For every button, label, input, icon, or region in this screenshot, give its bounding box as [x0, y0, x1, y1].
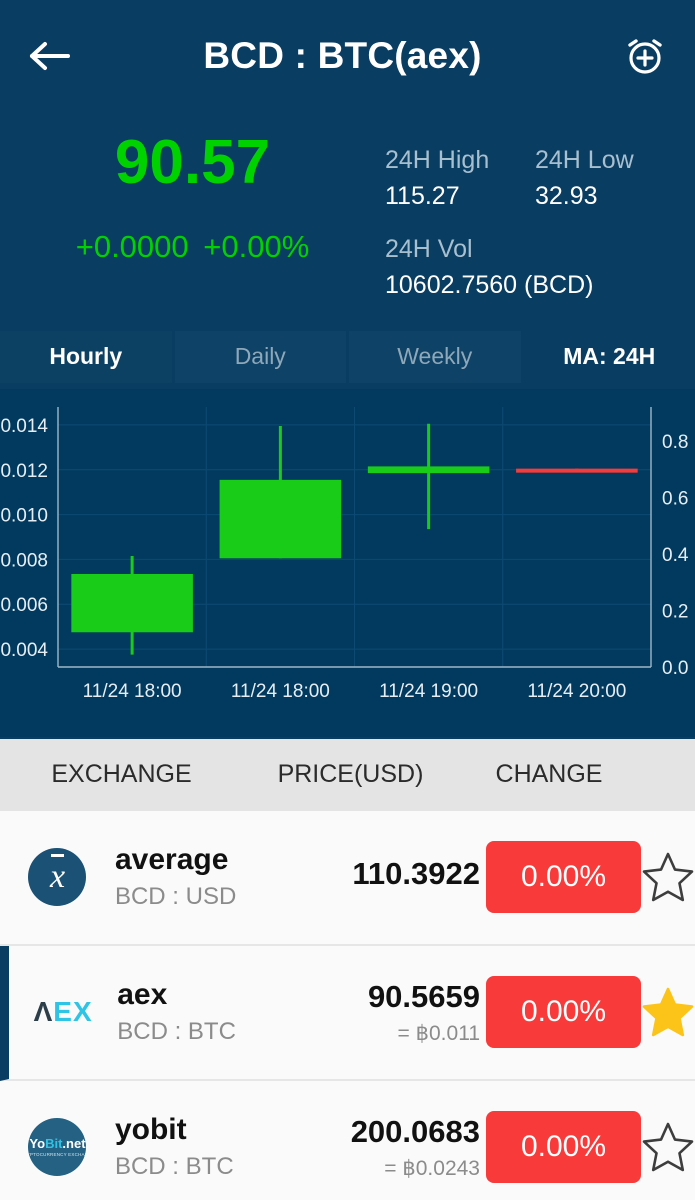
tab-moving-average[interactable]: MA: 24H: [523, 330, 695, 383]
exchange-name: average: [114, 843, 229, 877]
exchange-name-block: aex BCD : BTC: [117, 978, 318, 1046]
stat-high-label: 24H High: [385, 146, 490, 174]
svg-text:0.6: 0.6: [662, 488, 688, 509]
stat-volume-value: 10602.7560 (BCD): [385, 271, 594, 299]
exchange-name: aex: [117, 978, 168, 1012]
svg-text:0.008: 0.008: [0, 550, 48, 571]
stat-high: 24H High 115.27: [385, 144, 535, 215]
exchange-logo: x: [0, 848, 115, 906]
yobit-logo: YoBit.net CRYPTOCURRENCY EXCHANGE: [28, 1118, 87, 1176]
chart-svg: 0.004 0.006 0.008 0.010 0.012 0.014 0.0 0.2 0.4 0…: [0, 388, 695, 737]
status-badge[interactable]: 0.00%: [486, 1111, 641, 1183]
svg-text:0.014: 0.014: [0, 415, 48, 436]
exchange-price-block: 200.0683 = ฿0.0243: [321, 1114, 486, 1181]
price-change-row: +0.0000 +0.00%: [0, 229, 385, 265]
exchange-price-block: 110.3922: [321, 856, 486, 898]
star-outline-icon: [642, 1122, 694, 1172]
exchange-change-cell: 0.00%: [486, 1111, 641, 1183]
average-xbar-icon: x: [28, 848, 87, 906]
table-row[interactable]: x average BCD : USD 110.3922 0.00%: [0, 810, 695, 946]
favorite-toggle[interactable]: [641, 985, 695, 1039]
exchange-price: 90.5659: [367, 978, 480, 1014]
svg-text:11/24 19:00: 11/24 19:00: [379, 681, 478, 702]
xbar-glyph: x: [49, 854, 66, 895]
star-filled-icon: [642, 987, 694, 1037]
exchange-pair: BCD : USD: [114, 882, 237, 910]
exchange-price: 110.3922: [352, 856, 480, 891]
svg-text:0.010: 0.010: [0, 505, 48, 526]
exchange-change-cell: 0.00%: [486, 976, 641, 1048]
chart-canvas: 0.004 0.006 0.008 0.010 0.012 0.014 0.0 0.2 0.4 0…: [0, 388, 695, 737]
stats-block: 24H High 115.27 24H Low 32.93 24H Vol 10…: [385, 124, 695, 305]
alarm-add-icon: [628, 39, 662, 74]
current-price: 90.57: [114, 128, 271, 197]
svg-text:0.0: 0.0: [662, 658, 688, 679]
yobit-logo-tagline: CRYPTOCURRENCY EXCHANGE: [28, 1152, 86, 1157]
yobit-logo-yo: Yo: [29, 1136, 46, 1151]
price-block: 90.57 +0.0000 +0.00%: [0, 124, 385, 305]
exchange-price-block: 90.5659 = ฿0.011: [318, 979, 486, 1046]
stat-high-value: 115.27: [385, 181, 460, 210]
star-outline-icon: [642, 852, 694, 902]
favorite-toggle[interactable]: [641, 1120, 695, 1174]
price-change-percent: +0.00%: [203, 229, 310, 265]
stat-low: 24H Low 32.93: [535, 144, 685, 215]
column-header-price: PRICE(USD): [277, 760, 424, 788]
exchange-name: yobit: [114, 1113, 187, 1147]
yobit-logo-net: .net: [62, 1136, 86, 1151]
yobit-logo-bit: Bit: [45, 1136, 63, 1151]
stat-low-label: 24H Low: [535, 146, 634, 174]
exchange-pair: BCD : BTC: [117, 1017, 236, 1045]
add-alarm-button[interactable]: [617, 28, 673, 84]
yobit-logo-wordmark: YoBit.net: [29, 1137, 85, 1150]
aex-logo-ex: ΕX: [53, 996, 93, 1027]
exchange-logo: ΛΕX: [9, 996, 117, 1028]
svg-text:0.004: 0.004: [0, 640, 48, 661]
table-row[interactable]: ΛΕX aex BCD : BTC 90.5659 = ฿0.011 0.00%: [0, 945, 695, 1081]
stat-volume-label: 24H Vol: [385, 235, 473, 264]
tab-daily[interactable]: Daily: [174, 330, 349, 383]
coin-detail-screen: BCD : BTC(aex) 90.57 +0.0000 +0.00% 24H …: [0, 0, 695, 1200]
svg-text:11/24 18:00: 11/24 18:00: [231, 681, 330, 702]
high-low-grid: 24H High 115.27 24H Low 32.93: [385, 144, 695, 215]
svg-text:0.4: 0.4: [662, 544, 689, 565]
status-badge[interactable]: 0.00%: [486, 976, 641, 1048]
exchange-name-block: average BCD : USD: [115, 843, 321, 911]
price-change-absolute: +0.0000: [75, 229, 189, 265]
exchange-name-block: yobit BCD : BTC: [115, 1113, 321, 1181]
table-row[interactable]: YoBit.net CRYPTOCURRENCY EXCHANGE yobit …: [0, 1080, 695, 1200]
exchange-change-cell: 0.00%: [486, 841, 641, 913]
candlestick-chart[interactable]: 0.004 0.006 0.008 0.010 0.012 0.014 0.0 0.2 0.4 0…: [0, 382, 695, 739]
stat-low-value: 32.93: [535, 181, 598, 210]
column-header-exchange: EXCHANGE: [51, 760, 192, 788]
exchange-price-sub: = ฿0.011: [397, 1021, 480, 1045]
svg-text:11/24 18:00: 11/24 18:00: [83, 681, 182, 702]
exchange-pair: BCD : BTC: [114, 1152, 234, 1180]
timeframe-tabs: Hourly Daily Weekly MA: 24H: [0, 330, 695, 383]
svg-text:11/24 20:00: 11/24 20:00: [527, 681, 626, 702]
price-summary: 90.57 +0.0000 +0.00% 24H High 115.27 24H…: [0, 112, 695, 331]
exchange-list: x average BCD : USD 110.3922 0.00% ΛΕX a…: [0, 810, 695, 1200]
column-header-change: CHANGE: [495, 760, 603, 788]
svg-text:0.8: 0.8: [662, 431, 688, 452]
stat-volume: 24H Vol 10602.7560 (BCD): [385, 233, 695, 304]
exchange-price-sub: = ฿0.0243: [384, 1156, 480, 1180]
tab-hourly[interactable]: Hourly: [0, 330, 175, 383]
top-panel: BCD : BTC(aex) 90.57 +0.0000 +0.00% 24H …: [0, 0, 695, 739]
aex-logo-a: Λ: [33, 996, 54, 1027]
svg-text:0.012: 0.012: [0, 460, 48, 481]
svg-text:0.006: 0.006: [0, 595, 48, 616]
arrow-left-icon: [30, 42, 70, 70]
favorite-toggle[interactable]: [641, 850, 695, 904]
aex-logo: ΛΕX: [34, 996, 93, 1028]
exchange-price: 200.0683: [350, 1113, 480, 1149]
exchange-logo: YoBit.net CRYPTOCURRENCY EXCHANGE: [0, 1118, 115, 1176]
page-title: BCD : BTC(aex): [203, 35, 482, 76]
svg-text:0.2: 0.2: [662, 601, 688, 622]
navbar: BCD : BTC(aex): [0, 0, 695, 112]
exchange-table-header: EXCHANGE PRICE(USD) CHANGE: [0, 738, 695, 811]
tab-weekly[interactable]: Weekly: [349, 330, 524, 383]
status-badge[interactable]: 0.00%: [486, 841, 641, 913]
